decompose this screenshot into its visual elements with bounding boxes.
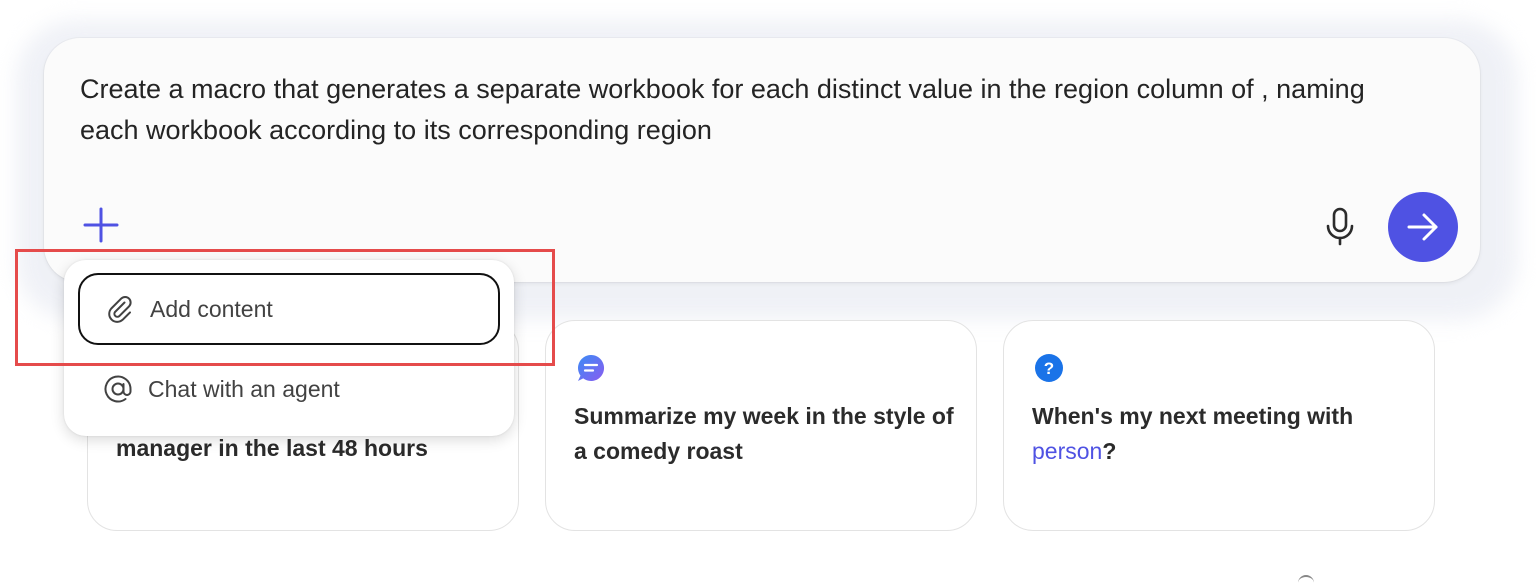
menu-item-chat-agent[interactable]: Chat with an agent xyxy=(78,353,500,425)
menu-item-label: Add content xyxy=(150,295,273,322)
prompt-line-2: each workbook according to its correspon… xyxy=(80,115,712,145)
plus-icon xyxy=(83,207,119,243)
menu-item-label: Chat with an agent xyxy=(148,375,340,402)
question-icon: ? xyxy=(1034,353,1064,383)
send-button[interactable] xyxy=(1388,192,1458,262)
prompt-input[interactable]: Create a macro that generates a separate… xyxy=(80,69,1440,151)
at-sign-icon xyxy=(102,373,134,405)
prompt-line-1: Create a macro that generates a separate… xyxy=(80,74,1365,104)
suggestion-text-3-before: When's my next meeting with xyxy=(1032,403,1354,429)
suggestion-card-2[interactable]: Summarize my week in the style of a come… xyxy=(545,320,977,531)
suggestion-text-3: When's my next meeting with person? xyxy=(1032,399,1412,469)
chat-bubble-icon xyxy=(576,353,606,383)
person-placeholder[interactable]: person xyxy=(1032,438,1102,464)
prompt-composer[interactable]: Create a macro that generates a separate… xyxy=(44,38,1480,282)
suggestion-text-3-after: ? xyxy=(1102,438,1117,464)
partial-element-edge xyxy=(1298,575,1314,583)
paperclip-icon xyxy=(104,293,136,325)
copilot-stage: Create a macro that generates a separate… xyxy=(0,0,1536,583)
menu-item-add-content[interactable]: Add content xyxy=(78,273,500,345)
microphone-icon xyxy=(1326,207,1354,246)
suggestion-text-2: Summarize my week in the style of a come… xyxy=(574,403,954,464)
suggestion-card-3[interactable]: ? When's my next meeting with person? xyxy=(1003,320,1435,531)
arrow-right-icon xyxy=(1407,213,1438,241)
add-button[interactable] xyxy=(82,206,120,244)
svg-text:?: ? xyxy=(1044,359,1054,378)
suggestion-text-1: manager in the last 48 hours xyxy=(116,435,428,461)
add-menu-popup: Add content Chat with an agent xyxy=(64,260,514,436)
microphone-button[interactable] xyxy=(1322,206,1358,246)
